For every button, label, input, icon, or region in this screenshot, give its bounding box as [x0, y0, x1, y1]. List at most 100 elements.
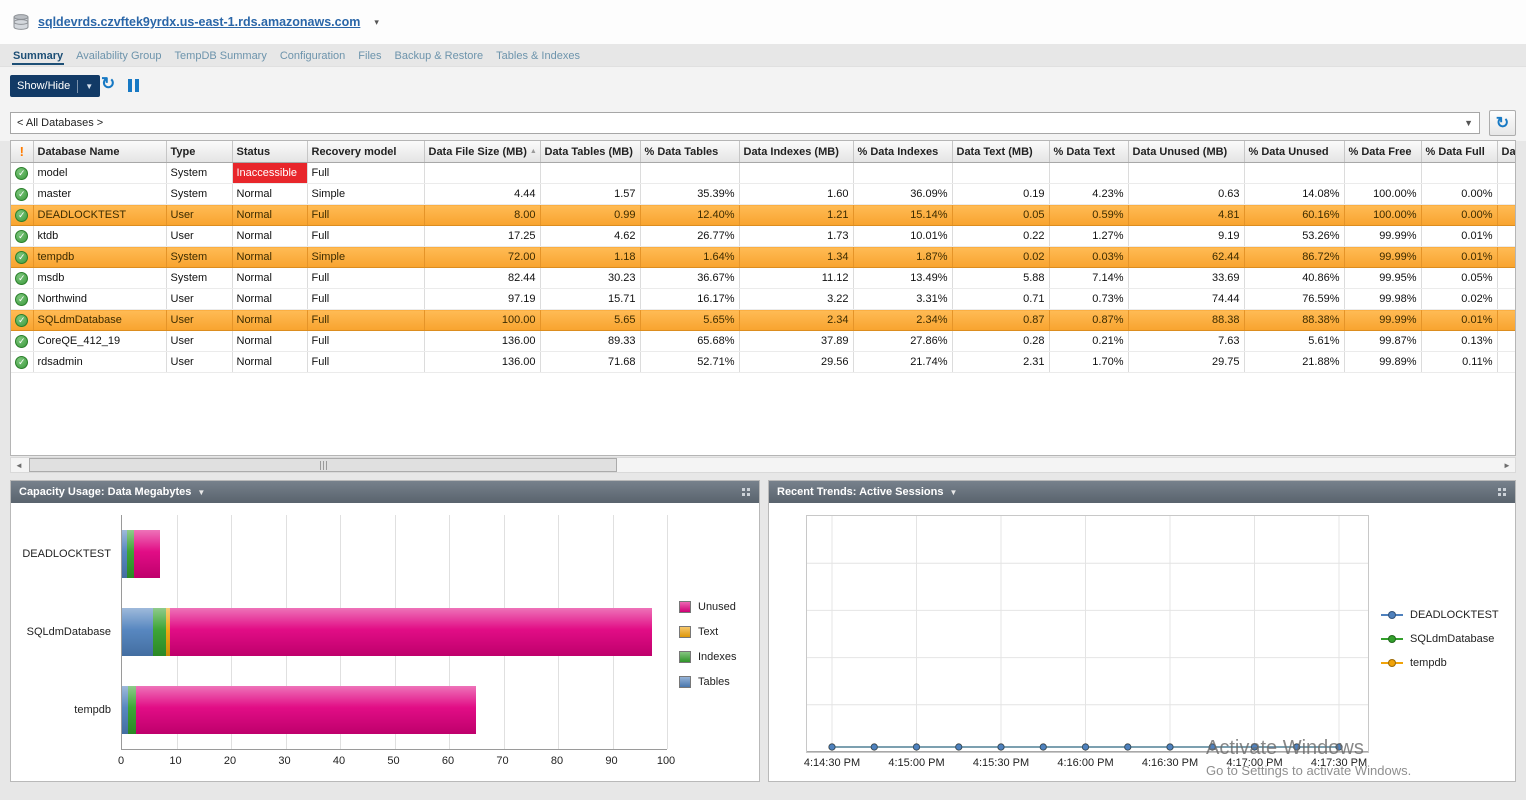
chevron-down-icon[interactable]: ▼ — [197, 488, 205, 497]
column-header-type[interactable]: Type — [166, 141, 232, 163]
cell-value — [1421, 163, 1497, 184]
cell-value: 26.77% — [640, 226, 739, 247]
column-header-database-name[interactable]: Database Name — [33, 141, 166, 163]
table-row-msdb[interactable]: ✓msdbSystemNormalFull82.4430.2336.67%11.… — [11, 268, 1516, 289]
scroll-right-arrow-icon[interactable]: ► — [1499, 458, 1515, 472]
status-ok-icon: ✓ — [15, 356, 28, 369]
tab-files[interactable]: Files — [357, 50, 382, 65]
cell-value: 2.34 — [739, 310, 853, 331]
cell-value: 15.14% — [853, 205, 952, 226]
recent-trends-panel: Recent Trends: Active Sessions ▼ 4:14:30… — [768, 480, 1516, 782]
cell-database-name: DEADLOCKTEST — [33, 205, 166, 226]
chevron-down-icon[interactable]: ▼ — [950, 488, 958, 497]
column-header-data-unused[interactable]: % Data Unused — [1244, 141, 1344, 163]
panel-options-icon[interactable] — [742, 488, 751, 497]
tab-tables-indexes[interactable]: Tables & Indexes — [495, 50, 581, 65]
cell-value: 99.87% — [1344, 331, 1421, 352]
server-name-link[interactable]: sqldevrds.czvftek9yrdx.us-east-1.rds.ama… — [38, 15, 360, 29]
status-ok-icon: ✓ — [15, 230, 28, 243]
x-tick-label: 40 — [333, 755, 345, 767]
legend-series-icon — [1381, 611, 1403, 619]
server-dropdown-chevron-icon[interactable]: ▾ — [374, 17, 379, 28]
cell-value: 1.87% — [853, 247, 952, 268]
cell-status: Inaccessible — [232, 163, 307, 184]
cell-value: 33.69 — [1128, 268, 1244, 289]
pause-icon[interactable] — [128, 79, 139, 92]
cell-value: 82.44 — [424, 268, 540, 289]
scrollbar-track[interactable] — [27, 458, 1499, 472]
table-row-tempdb[interactable]: ✓tempdbSystemNormalSimple72.001.181.64%1… — [11, 247, 1516, 268]
cell-value: 100.00% — [1344, 205, 1421, 226]
cell-value: 53.26% — [1244, 226, 1344, 247]
show-hide-button[interactable]: Show/Hide ▼ — [10, 75, 100, 97]
tab-bar: Summary Availability Group TempDB Summary C… — [12, 44, 581, 65]
capacity-usage-panel: Capacity Usage: Data Megabytes ▼ DEADLOC… — [10, 480, 760, 782]
table-row-sqldmdatabase[interactable]: ✓SQLdmDatabaseUserNormalFull100.005.655.… — [11, 310, 1516, 331]
legend-series-icon — [1381, 659, 1403, 667]
cell-value: 0.03% — [1049, 247, 1128, 268]
table-row-northwind[interactable]: ✓NorthwindUserNormalFull97.1915.7116.17%… — [11, 289, 1516, 310]
tab-availability-group[interactable]: Availability Group — [75, 50, 162, 65]
cell-value: 136.00 — [424, 352, 540, 373]
cell-value: 4.23% — [1049, 184, 1128, 205]
tab-summary[interactable]: Summary — [12, 50, 64, 65]
column-header-recovery-model[interactable]: Recovery model — [307, 141, 424, 163]
cell-clipped — [1497, 247, 1516, 268]
legend-swatch-icon — [679, 626, 691, 638]
column-header-data-tables-mb[interactable]: Data Tables (MB) — [540, 141, 640, 163]
column-header-data-free[interactable]: % Data Free — [1344, 141, 1421, 163]
grid-refresh-button[interactable]: ↻ — [1489, 110, 1516, 136]
cell-value: 7.63 — [1128, 331, 1244, 352]
panel-options-icon[interactable] — [1498, 488, 1507, 497]
horizontal-scrollbar[interactable]: ◄ ► — [10, 457, 1516, 473]
column-header-data-file-size-mb[interactable]: Data File Size (MB)▲ — [424, 141, 540, 163]
tab-backup-restore[interactable]: Backup & Restore — [394, 50, 485, 65]
scroll-left-arrow-icon[interactable]: ◄ — [11, 458, 27, 472]
bar-segment-unused — [170, 608, 652, 656]
cell-value: 1.60 — [739, 184, 853, 205]
column-header-data-full[interactable]: % Data Full — [1421, 141, 1497, 163]
capacity-panel-header[interactable]: Capacity Usage: Data Megabytes ▼ — [11, 481, 759, 503]
cell-type: System — [166, 247, 232, 268]
table-row-model[interactable]: ✓modelSystemInaccessibleFull — [11, 163, 1516, 184]
legend-swatch-icon — [679, 601, 691, 613]
cell-value: 11.12 — [739, 268, 853, 289]
column-header-data-unused-mb[interactable]: Data Unused (MB) — [1128, 141, 1244, 163]
cell-recovery-model: Simple — [307, 184, 424, 205]
refresh-icon[interactable]: ↻ — [101, 74, 115, 94]
x-tick-label: 4:15:30 PM — [973, 757, 1029, 769]
column-header-data-tables[interactable]: % Data Tables — [640, 141, 739, 163]
column-header-data[interactable]: Data — [1497, 141, 1516, 163]
cell-value: 1.64% — [640, 247, 739, 268]
table-row-rdsadmin[interactable]: ✓rdsadminUserNormalFull136.0071.6852.71%… — [11, 352, 1516, 373]
table-row-ktdb[interactable]: ✓ktdbUserNormalFull17.254.6226.77%1.7310… — [11, 226, 1516, 247]
table-row-deadlocktest[interactable]: ✓DEADLOCKTESTUserNormalFull8.000.9912.40… — [11, 205, 1516, 226]
scrollbar-thumb[interactable] — [29, 458, 617, 472]
cell-database-name: SQLdmDatabase — [33, 310, 166, 331]
cell-value: 136.00 — [424, 331, 540, 352]
column-header-data-indexes-mb[interactable]: Data Indexes (MB) — [739, 141, 853, 163]
cell-type: User — [166, 352, 232, 373]
tab-tempdb-summary[interactable]: TempDB Summary — [174, 50, 268, 65]
table-row-coreqe-412-19[interactable]: ✓CoreQE_412_19UserNormalFull136.0089.336… — [11, 331, 1516, 352]
column-header-status[interactable]: Status — [232, 141, 307, 163]
column-header-data-text-mb[interactable]: Data Text (MB) — [952, 141, 1049, 163]
x-tick-label: 100 — [657, 755, 675, 767]
column-header-data-indexes[interactable]: % Data Indexes — [853, 141, 952, 163]
cell-recovery-model: Full — [307, 352, 424, 373]
trends-panel-header[interactable]: Recent Trends: Active Sessions ▼ — [769, 481, 1515, 503]
cell-status: Normal — [232, 268, 307, 289]
tab-configuration[interactable]: Configuration — [279, 50, 346, 65]
cell-value: 76.59% — [1244, 289, 1344, 310]
database-filter-select[interactable]: < All Databases > ▼ — [10, 112, 1480, 134]
column-header-data-text[interactable]: % Data Text — [1049, 141, 1128, 163]
bar-category-label: DEADLOCKTEST — [11, 515, 111, 593]
cell-value: 0.99 — [540, 205, 640, 226]
table-row-master[interactable]: ✓masterSystemNormalSimple4.441.5735.39%1… — [11, 184, 1516, 205]
cell-recovery-model: Full — [307, 289, 424, 310]
cell-value: 1.73 — [739, 226, 853, 247]
cell-value: 29.56 — [739, 352, 853, 373]
cell-value: 10.01% — [853, 226, 952, 247]
cell-status: Normal — [232, 247, 307, 268]
cell-type: User — [166, 289, 232, 310]
